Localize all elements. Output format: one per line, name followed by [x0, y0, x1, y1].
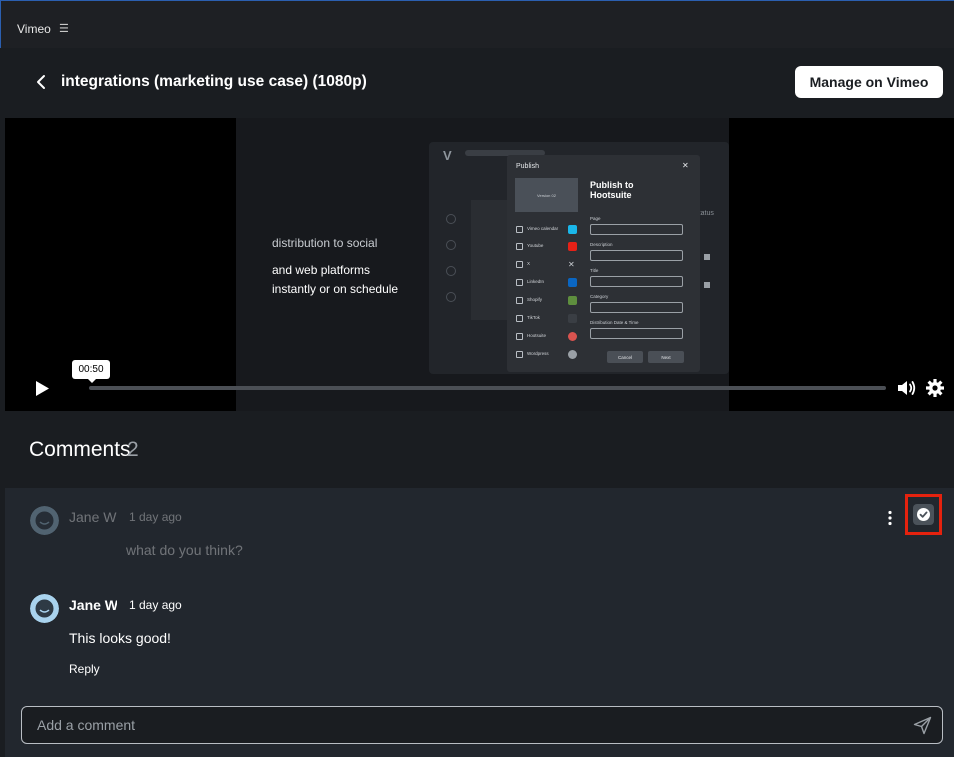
sidebar-dot-icon — [446, 292, 456, 302]
dialog-title: Publish — [516, 163, 539, 170]
checkbox — [516, 261, 523, 268]
option-label: Vimeo calendar — [527, 226, 559, 231]
player-controls: 00:50 — [5, 360, 954, 411]
checkbox — [516, 333, 523, 340]
vimeo-icon — [568, 225, 577, 234]
option-label: Hootsuite — [527, 333, 547, 338]
reply-button[interactable]: Reply — [69, 662, 100, 676]
checkbox — [516, 297, 523, 304]
option-row: Shopify — [516, 296, 586, 306]
field-label: Page — [590, 216, 601, 221]
hamburger-menu-icon[interactable]: ☰ — [59, 22, 69, 35]
video-caption-line2: and web platforms instantly or on schedu… — [272, 261, 398, 299]
video-player[interactable]: distribution to social and web platforms… — [5, 118, 954, 411]
dialog-cancel-button: Cancel — [607, 351, 643, 363]
volume-icon[interactable] — [897, 379, 916, 397]
manage-on-vimeo-button[interactable]: Manage on Vimeo — [795, 66, 943, 98]
option-label: Youtube — [527, 243, 544, 248]
comments-label: Comments — [29, 438, 131, 461]
dialog-heading: Publish to Hootsuite — [590, 180, 634, 200]
x-icon: ✕ — [568, 260, 575, 269]
field-input — [590, 250, 683, 261]
video-title: integrations (marketing use case) (1080p… — [61, 73, 367, 90]
option-row: TikTok — [516, 314, 586, 324]
comment-time: 1 day ago — [129, 510, 182, 524]
wordpress-icon — [568, 350, 577, 359]
option-row: Vimeo calendar — [516, 225, 586, 235]
sidebar-dot-icon — [446, 214, 456, 224]
checkbox — [516, 315, 523, 322]
publish-dialog: Publish ✕ Version 02 Publish to Hootsuit… — [507, 155, 700, 372]
option-label: TikTok — [527, 315, 540, 320]
vimeo-logo-icon: V — [443, 148, 452, 163]
hootsuite-icon — [568, 332, 577, 341]
check-circle-icon — [917, 508, 930, 521]
chevron-left-icon[interactable] — [34, 72, 48, 92]
status-square-icon — [704, 282, 710, 288]
comment-author: Jane Wu — [69, 509, 117, 525]
option-row: LinkedIn — [516, 278, 586, 288]
tiktok-icon — [568, 314, 577, 323]
field-input — [590, 224, 683, 235]
option-row: Hootsuite — [516, 332, 586, 342]
comments-count: 2 — [127, 438, 139, 461]
avatar — [30, 506, 59, 535]
field-label: Category — [590, 294, 609, 299]
dialog-next-button: Next — [648, 351, 684, 363]
content-panel — [471, 200, 507, 320]
field-label: Distribution Date & Time — [590, 320, 639, 325]
comment-composer — [21, 706, 943, 744]
option-row: Wordpress — [516, 350, 586, 360]
checkbox — [516, 351, 523, 358]
checkbox — [516, 226, 523, 233]
option-label: Shopify — [527, 297, 543, 302]
version-thumbnail: Version 02 — [515, 178, 578, 212]
option-row: Youtube — [516, 242, 586, 252]
linkedin-icon — [568, 278, 577, 287]
time-tooltip: 00:50 — [72, 360, 110, 383]
progress-bar[interactable] — [89, 386, 886, 390]
sidebar-dot-icon — [446, 266, 456, 276]
option-row: X ✕ — [516, 260, 586, 270]
avatar — [30, 594, 59, 623]
resolve-comment-button[interactable] — [913, 504, 934, 525]
field-label: Title — [590, 268, 599, 273]
comment-author: Jane Wu — [69, 597, 117, 613]
comment-input[interactable] — [37, 715, 897, 735]
video-header: integrations (marketing use case) (1080p… — [0, 48, 954, 118]
video-caption-line2a: and web platforms — [272, 263, 371, 277]
youtube-icon — [568, 242, 577, 251]
comment-text: This looks good! — [69, 630, 171, 646]
app-name: Vimeo — [17, 22, 51, 36]
play-icon[interactable] — [34, 380, 50, 397]
window-titlebar: Vimeo ☰ — [0, 0, 954, 48]
video-caption-line1: distribution to social — [272, 236, 378, 250]
field-input — [590, 328, 683, 339]
field-input — [590, 302, 683, 313]
close-icon: ✕ — [682, 161, 689, 170]
checkbox — [516, 243, 523, 250]
resolve-comment-highlight — [905, 494, 942, 535]
sidebar-dot-icon — [446, 240, 456, 250]
more-options-icon[interactable] — [887, 510, 893, 526]
option-label: Wordpress — [527, 351, 549, 356]
gear-icon[interactable] — [925, 378, 945, 398]
shopify-icon — [568, 296, 577, 305]
comment-time: 1 day ago — [129, 598, 182, 612]
field-label: Description — [590, 242, 613, 247]
video-caption-line2b: instantly or on schedule — [272, 282, 399, 296]
field-input — [590, 276, 683, 287]
option-label: X — [527, 261, 531, 266]
send-icon[interactable] — [913, 716, 932, 735]
comment-text: what do you think? — [126, 542, 243, 558]
checkbox — [516, 279, 523, 286]
option-label: LinkedIn — [527, 279, 545, 284]
comments-header: Comments 2 — [0, 411, 954, 488]
status-square-icon — [704, 254, 710, 260]
